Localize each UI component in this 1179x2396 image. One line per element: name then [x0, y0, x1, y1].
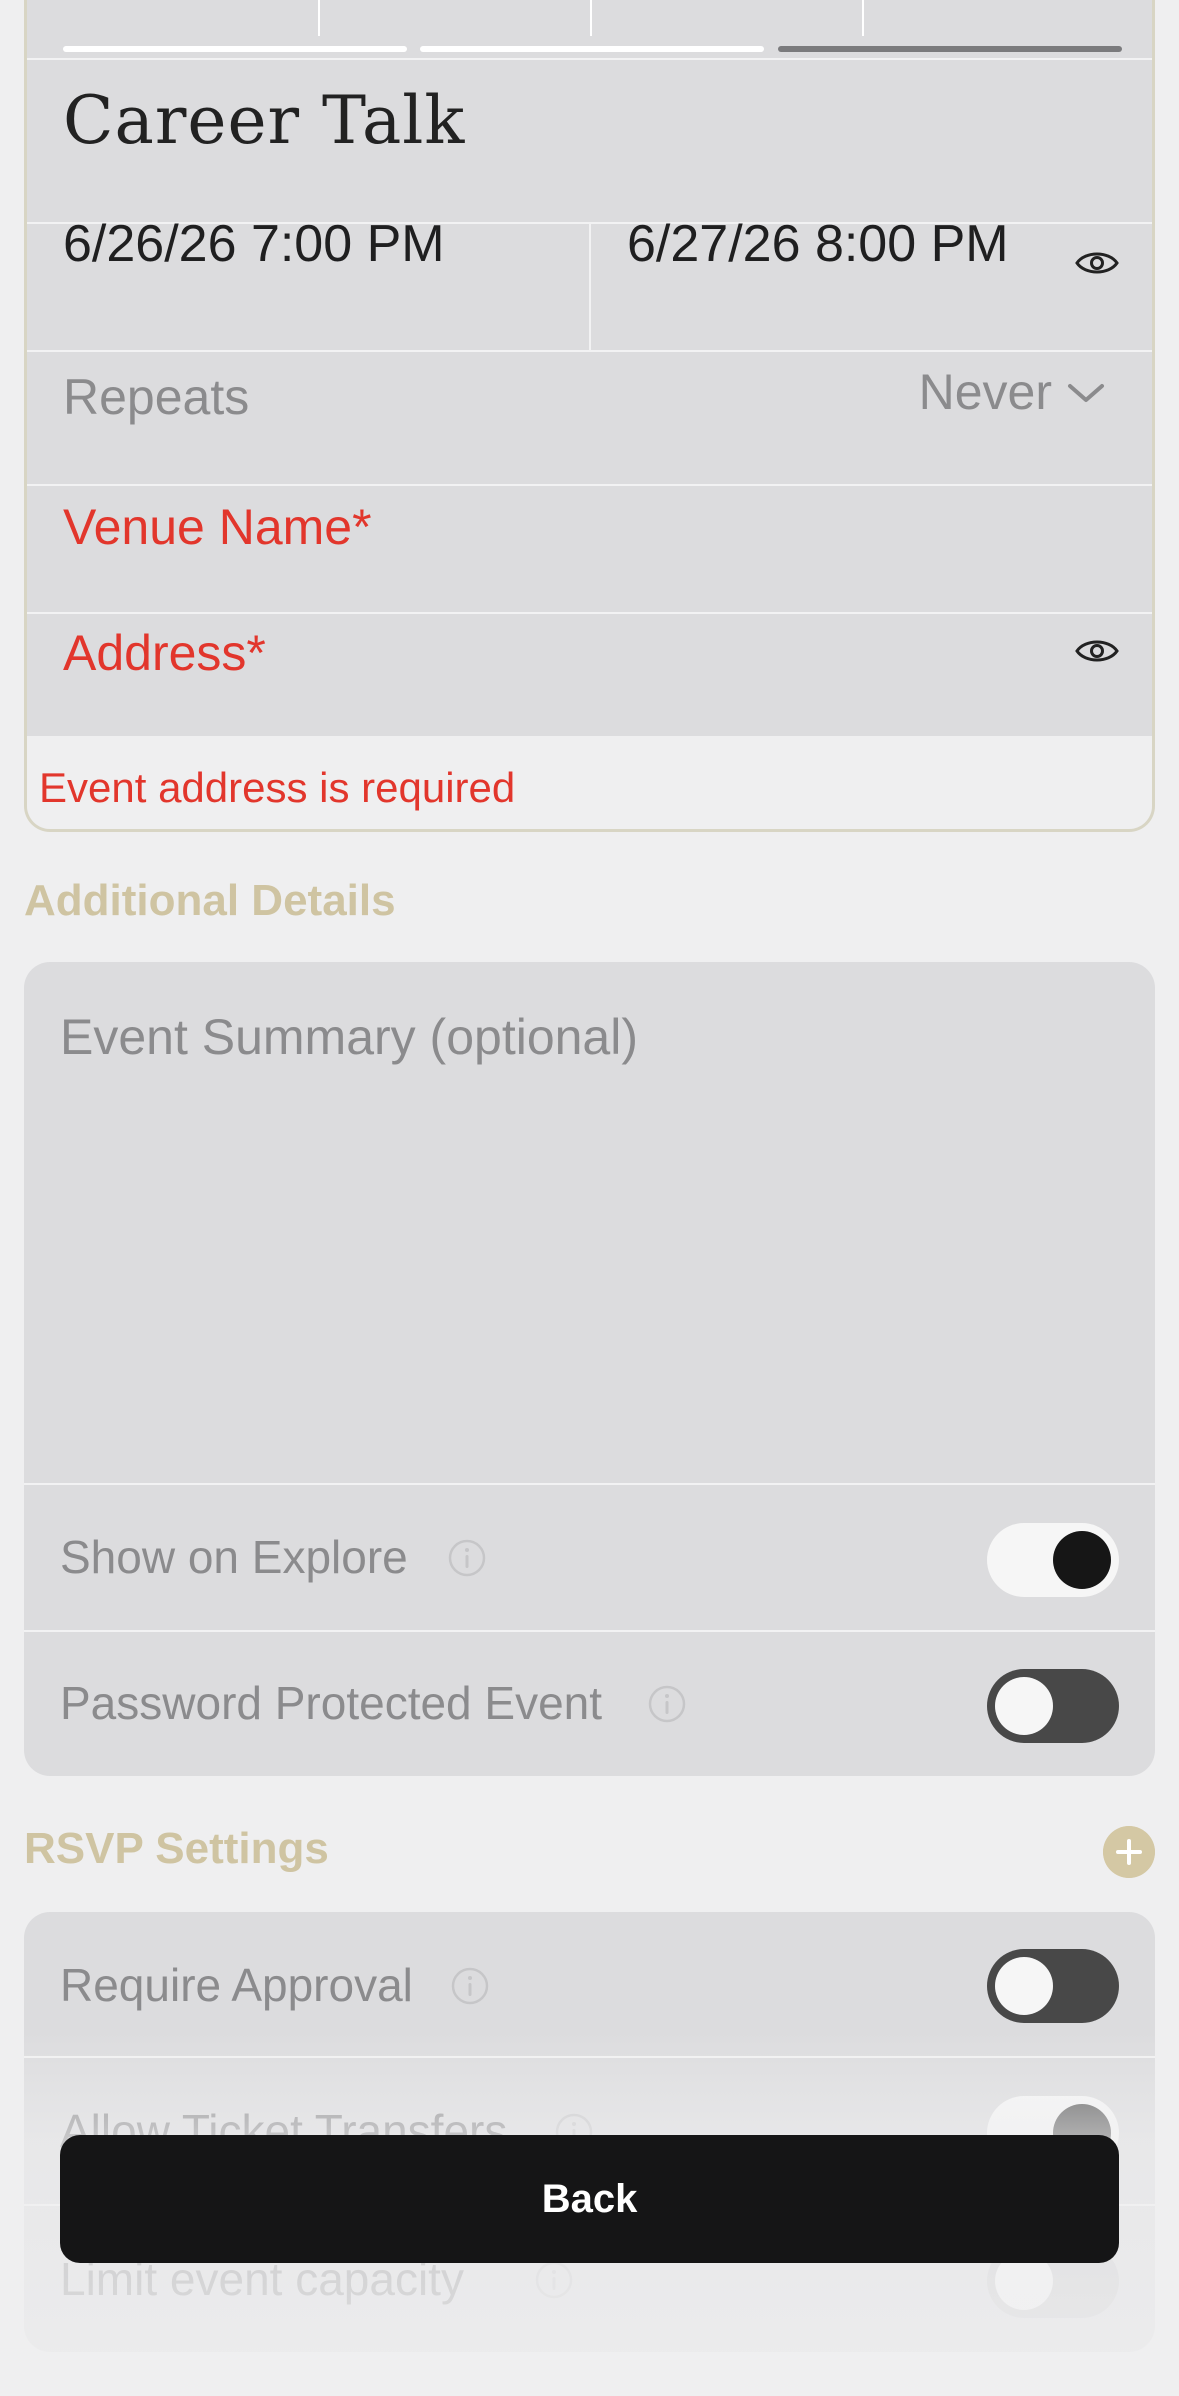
event-summary-textarea[interactable]: Event Summary (optional) — [60, 1008, 638, 1066]
event-title-input[interactable]: Career Talk — [63, 82, 465, 159]
rsvp-settings-card: Require Approval Allow Ticket Transfers … — [24, 1912, 1155, 2352]
toggle-knob — [995, 1957, 1053, 2015]
toggle-knob — [1053, 1531, 1111, 1589]
end-datetime[interactable]: 6/27/26 8:00 PM — [627, 214, 1009, 274]
eye-icon[interactable] — [1075, 248, 1119, 278]
divider — [24, 2056, 1155, 2058]
eye-icon[interactable] — [1075, 636, 1119, 666]
info-icon[interactable] — [447, 1538, 487, 1578]
event-basics-card: Career Talk 6/26/26 7:00 PM 6/27/26 8:00… — [24, 0, 1155, 832]
divider — [24, 1630, 1155, 1632]
info-icon[interactable] — [647, 1684, 687, 1724]
rsvp-settings-heading: RSVP Settings — [24, 1824, 329, 1873]
divider — [27, 58, 1152, 60]
additional-details-card: Event Summary (optional) Show on Explore… — [24, 962, 1155, 1776]
chevron-down-icon[interactable] — [1064, 378, 1108, 408]
divider — [24, 1483, 1155, 1485]
show-on-explore-toggle[interactable] — [987, 1523, 1119, 1597]
toggle-knob — [995, 1677, 1053, 1735]
additional-details-heading: Additional Details — [24, 876, 396, 925]
repeats-label: Repeats — [63, 369, 250, 425]
require-approval-toggle[interactable] — [987, 1949, 1119, 2023]
divider — [27, 612, 1152, 614]
password-protected-label: Password Protected Event — [60, 1677, 603, 1729]
step-tabs — [27, 0, 1152, 58]
repeats-select[interactable]: Never — [919, 363, 1052, 421]
progress-segment-2 — [420, 46, 764, 52]
progress-segment-1 — [63, 46, 407, 52]
require-approval-label: Require Approval — [60, 1959, 413, 2011]
divider — [27, 484, 1152, 486]
tab-divider — [862, 0, 864, 36]
plus-icon[interactable] — [1103, 1826, 1155, 1878]
address-error-message: Event address is required — [39, 764, 516, 811]
password-protected-toggle[interactable] — [987, 1669, 1119, 1743]
tab-divider — [590, 0, 592, 36]
datetime-divider — [589, 224, 591, 350]
show-on-explore-label: Show on Explore — [60, 1531, 408, 1583]
address-error-row: Event address is required — [27, 736, 1152, 829]
progress-segment-3-active — [778, 46, 1122, 52]
venue-name-input[interactable]: Venue Name* — [63, 498, 372, 556]
address-input[interactable]: Address* — [63, 624, 266, 682]
start-datetime[interactable]: 6/26/26 7:00 PM — [63, 214, 445, 274]
back-button[interactable]: Back — [60, 2135, 1119, 2263]
tab-divider — [318, 0, 320, 36]
page: Career Talk 6/26/26 7:00 PM 6/27/26 8:00… — [0, 0, 1179, 2396]
divider — [27, 350, 1152, 352]
info-icon[interactable] — [534, 2260, 574, 2300]
info-icon[interactable] — [450, 1966, 490, 2006]
